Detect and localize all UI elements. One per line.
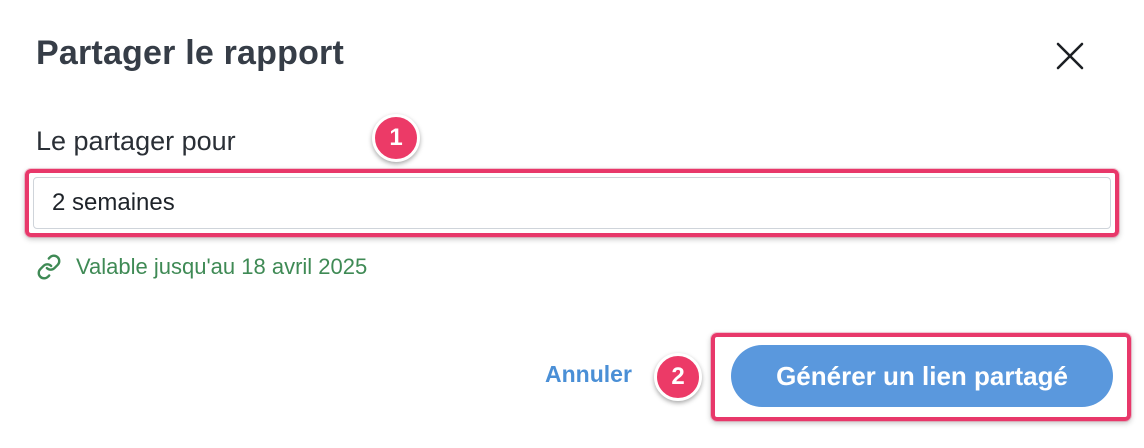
step-badge-1: 1 <box>372 114 420 162</box>
cancel-button[interactable]: Annuler <box>545 361 632 388</box>
step-badge-2: 2 <box>654 353 702 401</box>
validity-text: Valable jusqu'au 18 avril 2025 <box>76 254 368 279</box>
validity-info: Valable jusqu'au 18 avril 2025 <box>36 254 367 280</box>
generate-link-button[interactable]: Générer un lien partagé <box>731 345 1113 407</box>
close-button[interactable] <box>1050 36 1090 76</box>
share-duration-label: Le partager pour <box>36 126 236 156</box>
dialog-title: Partager le rapport <box>36 34 345 72</box>
share-duration-select[interactable]: 2 semaines <box>33 177 1111 229</box>
link-icon <box>36 254 62 280</box>
close-icon <box>1050 36 1090 76</box>
